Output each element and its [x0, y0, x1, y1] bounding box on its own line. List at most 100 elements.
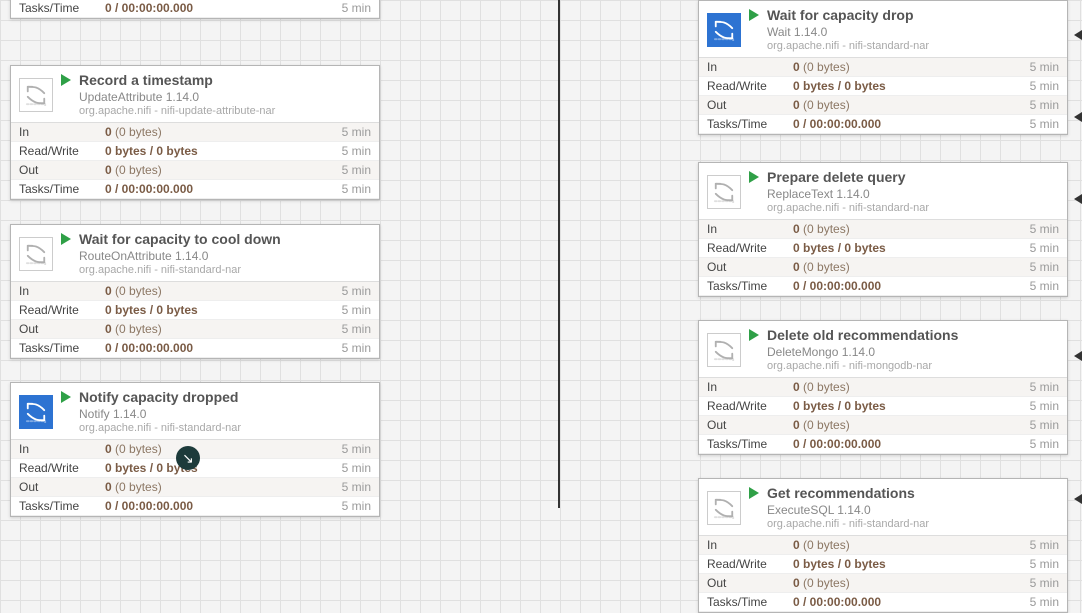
stat-value: 0 (0 bytes) — [105, 284, 342, 298]
processor-title-block: Notify capacity dropped Notify 1.14.0 or… — [79, 389, 241, 435]
processor-name: Delete old recommendations — [767, 327, 958, 345]
run-status-icon — [749, 329, 759, 341]
processor[interactable]: Wait for capacity drop Wait 1.14.0 org.a… — [698, 0, 1068, 135]
stat-value: 0 (0 bytes) — [793, 60, 1030, 74]
stat-time-window: 5 min — [1030, 557, 1059, 571]
stat-time-window: 5 min — [1030, 437, 1059, 451]
stat-label: In — [19, 284, 105, 298]
connection-arrow-icon — [1068, 190, 1082, 204]
stat-label: Read/Write — [707, 79, 793, 93]
stat-row-in: In 0 (0 bytes) 5 min — [11, 282, 379, 301]
stat-label: In — [707, 538, 793, 552]
stat-time-window: 5 min — [1030, 260, 1059, 274]
processor-header[interactable]: Delete old recommendations DeleteMongo 1… — [699, 321, 1067, 377]
processor-header[interactable]: Wait for capacity to cool down RouteOnAt… — [11, 225, 379, 281]
stat-value: 0 (0 bytes) — [793, 98, 1030, 112]
stat-row-in: In 0 (0 bytes) 5 min — [699, 220, 1067, 239]
processor-title-block: Get recommendations ExecuteSQL 1.14.0 or… — [767, 485, 929, 531]
processor-name: Get recommendations — [767, 485, 929, 503]
stat-time-window: 5 min — [1030, 98, 1059, 112]
stat-value: 0 (0 bytes) — [105, 163, 342, 177]
processor[interactable]: Wait for capacity to cool down RouteOnAt… — [10, 224, 380, 359]
processor-stats: In 0 (0 bytes) 5 min Read/Write 0 bytes … — [11, 122, 379, 199]
stat-row-out: Out 0 (0 bytes) 5 min — [699, 574, 1067, 593]
stat-time-window: 5 min — [1030, 399, 1059, 413]
stat-time-window: 5 min — [1030, 79, 1059, 93]
processor-icon — [19, 237, 53, 271]
processor-type: UpdateAttribute 1.14.0 — [79, 90, 275, 105]
processor[interactable]: Record a timestamp UpdateAttribute 1.14.… — [10, 65, 380, 200]
processor[interactable]: Delete old recommendations DeleteMongo 1… — [698, 320, 1068, 455]
stat-label: Read/Write — [707, 399, 793, 413]
processor-bundle: org.apache.nifi - nifi-standard-nar — [767, 40, 929, 54]
processor[interactable]: In 0 (0 bytes) 5 min Read/Write 0 bytes … — [10, 0, 380, 19]
stat-row-in: In 0 (0 bytes) 5 min — [699, 58, 1067, 77]
stat-time-window: 5 min — [342, 499, 371, 513]
stat-time-window: 5 min — [342, 1, 371, 15]
stat-time-window: 5 min — [1030, 418, 1059, 432]
stat-value: 0 (0 bytes) — [105, 442, 342, 456]
connection-arrow-icon — [1068, 108, 1082, 122]
stat-row-taskstime: Tasks/Time 0 / 00:00:00.000 5 min — [699, 593, 1067, 612]
stat-value: 0 bytes / 0 bytes — [105, 461, 342, 475]
stat-time-window: 5 min — [1030, 279, 1059, 293]
processor[interactable]: Prepare delete query ReplaceText 1.14.0 … — [698, 162, 1068, 297]
stat-value: 0 / 00:00:00.000 — [793, 437, 1030, 451]
stat-value: 0 / 00:00:00.000 — [105, 1, 342, 15]
stat-row-out: Out 0 (0 bytes) 5 min — [699, 96, 1067, 115]
stat-label: Tasks/Time — [707, 437, 793, 451]
stat-value: 0 (0 bytes) — [105, 322, 342, 336]
stat-row-readwrite: Read/Write 0 bytes / 0 bytes 5 min — [11, 301, 379, 320]
processor-type: DeleteMongo 1.14.0 — [767, 345, 958, 360]
processor-type: ExecuteSQL 1.14.0 — [767, 503, 929, 518]
processor-stats: In 0 (0 bytes) 5 min Read/Write 0 bytes … — [699, 57, 1067, 134]
stat-value: 0 (0 bytes) — [793, 222, 1030, 236]
stat-time-window: 5 min — [342, 284, 371, 298]
processor-header[interactable]: Prepare delete query ReplaceText 1.14.0 … — [699, 163, 1067, 219]
processor-type: Wait 1.14.0 — [767, 25, 929, 40]
processor-name: Record a timestamp — [79, 72, 275, 90]
stat-time-window: 5 min — [342, 144, 371, 158]
stat-label: Tasks/Time — [707, 117, 793, 131]
processor-header[interactable]: Wait for capacity drop Wait 1.14.0 org.a… — [699, 1, 1067, 57]
stat-value: 0 / 00:00:00.000 — [793, 117, 1030, 131]
stat-label: Out — [707, 260, 793, 274]
connection-arrow-icon — [1068, 26, 1082, 40]
stat-value: 0 (0 bytes) — [793, 576, 1030, 590]
processor-title-block: Wait for capacity drop Wait 1.14.0 org.a… — [767, 7, 929, 53]
processor-bundle: org.apache.nifi - nifi-standard-nar — [79, 264, 281, 278]
stat-label: Tasks/Time — [707, 279, 793, 293]
stat-time-window: 5 min — [1030, 117, 1059, 131]
stat-label: In — [19, 125, 105, 139]
stat-value: 0 (0 bytes) — [793, 380, 1030, 394]
processor-type: RouteOnAttribute 1.14.0 — [79, 249, 281, 264]
stat-row-readwrite: Read/Write 0 bytes / 0 bytes 5 min — [699, 555, 1067, 574]
processor-bundle: org.apache.nifi - nifi-standard-nar — [767, 202, 929, 216]
stat-label: Read/Write — [707, 241, 793, 255]
stat-time-window: 5 min — [1030, 380, 1059, 394]
stat-time-window: 5 min — [1030, 538, 1059, 552]
stat-value: 0 (0 bytes) — [793, 538, 1030, 552]
stat-row-readwrite: Read/Write 0 bytes / 0 bytes 5 min — [11, 142, 379, 161]
processor-icon — [19, 78, 53, 112]
stat-row-out: Out 0 (0 bytes) 5 min — [11, 478, 379, 497]
stat-label: Out — [19, 480, 105, 494]
stat-time-window: 5 min — [342, 303, 371, 317]
run-status-icon — [749, 171, 759, 183]
run-status-icon — [749, 9, 759, 21]
stat-label: Read/Write — [19, 461, 105, 475]
processor-title-block: Record a timestamp UpdateAttribute 1.14.… — [79, 72, 275, 118]
processor-type: Notify 1.14.0 — [79, 407, 241, 422]
stat-time-window: 5 min — [342, 322, 371, 336]
processor-header[interactable]: Notify capacity dropped Notify 1.14.0 or… — [11, 383, 379, 439]
processor-icon — [707, 175, 741, 209]
processor[interactable]: Get recommendations ExecuteSQL 1.14.0 or… — [698, 478, 1068, 613]
stat-value: 0 / 00:00:00.000 — [105, 499, 342, 513]
processor-header[interactable]: Get recommendations ExecuteSQL 1.14.0 or… — [699, 479, 1067, 535]
stat-label: In — [707, 60, 793, 74]
stat-label: Out — [707, 418, 793, 432]
stat-label: In — [707, 222, 793, 236]
processor-header[interactable]: Record a timestamp UpdateAttribute 1.14.… — [11, 66, 379, 122]
stat-label: Tasks/Time — [707, 595, 793, 609]
create-connection-icon[interactable]: ↘ — [176, 446, 200, 470]
